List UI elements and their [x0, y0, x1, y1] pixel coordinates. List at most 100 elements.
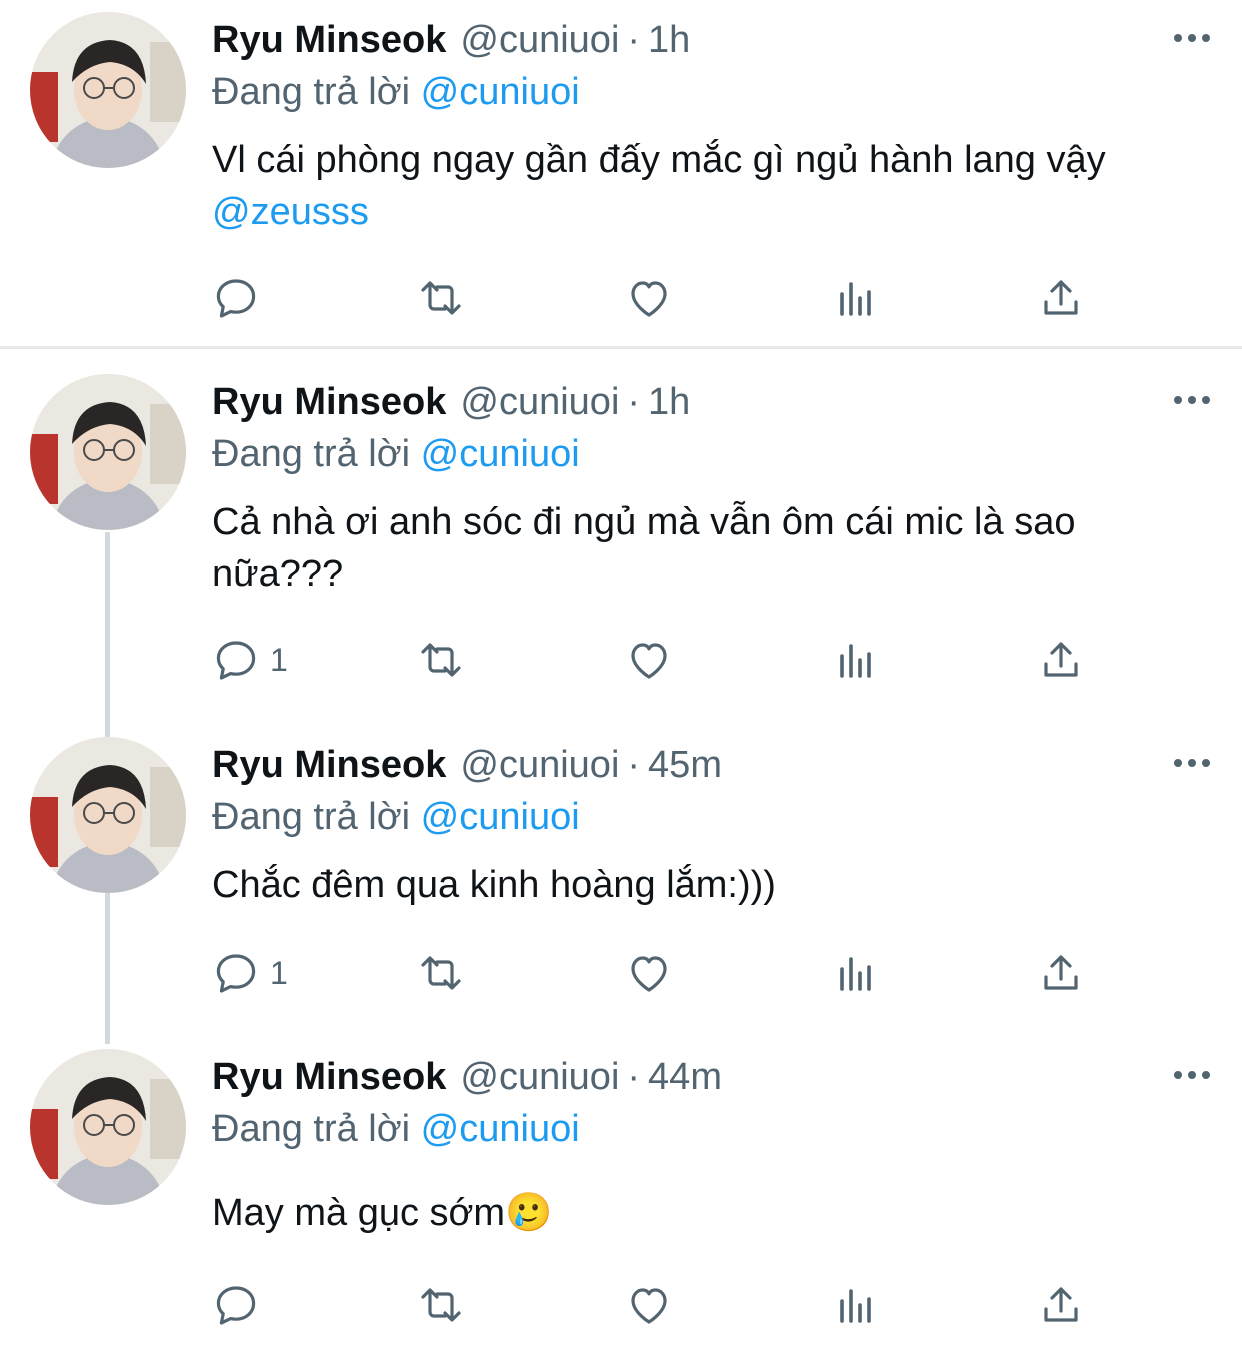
- tweet-text-content: Vl cái phòng ngay gần đấy mắc gì ngủ hàn…: [212, 139, 1106, 181]
- reply-button[interactable]: [212, 272, 270, 324]
- replying-prefix: Đang trả lời: [212, 796, 411, 838]
- more-icon[interactable]: [1172, 1065, 1212, 1085]
- like-button[interactable]: [625, 1279, 673, 1331]
- retweet-icon: [421, 1288, 461, 1322]
- user-handle[interactable]: @cuniuoi: [460, 381, 619, 423]
- reply-icon: [216, 279, 256, 318]
- more-icon[interactable]: [1172, 390, 1212, 410]
- reply-icon: [216, 1286, 256, 1325]
- tweet-divider: [0, 346, 1242, 349]
- reply-count: 1: [270, 641, 288, 678]
- avatar[interactable]: [30, 374, 186, 530]
- reply-button[interactable]: 1: [212, 947, 288, 999]
- retweet-icon: [421, 956, 461, 990]
- like-button[interactable]: [625, 272, 673, 324]
- mention-link[interactable]: @zeusss: [212, 191, 369, 233]
- tweet-actions: 1: [212, 634, 1092, 686]
- like-button[interactable]: [625, 634, 673, 686]
- timestamp[interactable]: 1h: [648, 381, 690, 423]
- analytics-button[interactable]: [832, 947, 880, 999]
- more-icon[interactable]: [1172, 28, 1212, 48]
- like-button[interactable]: [625, 947, 673, 999]
- tweet[interactable]: Ryu Minseok @cuniuoi · 45m Đang trả lời @cu…: [0, 725, 1242, 1035]
- tweet-header: Ryu Minseok @cuniuoi · 45m: [212, 743, 722, 787]
- share-icon: [1044, 642, 1078, 677]
- analytics-button[interactable]: [832, 634, 880, 686]
- tweet-actions: [212, 1279, 1092, 1331]
- replying-prefix: Đang trả lời: [212, 1108, 411, 1150]
- avatar-image: [30, 737, 186, 893]
- separator-dot: ·: [627, 381, 641, 423]
- reply-button[interactable]: [212, 1279, 270, 1331]
- separator-dot: ·: [627, 19, 641, 61]
- reply-icon: [216, 954, 256, 993]
- share-icon: [1044, 955, 1078, 990]
- tweet-text-content: Cả nhà ơi anh sóc đi ngủ mà vẫn ôm cái m…: [212, 501, 1076, 595]
- display-name[interactable]: Ryu Minseok: [212, 744, 446, 786]
- display-name[interactable]: Ryu Minseok: [212, 1056, 446, 1098]
- share-button[interactable]: [1037, 1279, 1085, 1331]
- share-icon: [1044, 1287, 1078, 1322]
- user-handle[interactable]: @cuniuoi: [460, 19, 619, 61]
- retweet-button[interactable]: [417, 634, 465, 686]
- separator-dot: ·: [627, 1056, 641, 1098]
- retweet-button[interactable]: [417, 1279, 465, 1331]
- analytics-icon: [840, 282, 871, 316]
- avatar-image: [30, 12, 186, 168]
- replying-to: Đang trả lời @cuniuoi: [212, 1107, 580, 1151]
- retweet-button[interactable]: [417, 272, 465, 324]
- analytics-icon: [840, 1289, 871, 1323]
- tweet-text: May mà gục sớm🥲: [212, 1187, 1202, 1239]
- reply-button[interactable]: 1: [212, 634, 288, 686]
- tweet-header: Ryu Minseok @cuniuoi · 44m: [212, 1055, 722, 1099]
- display-name[interactable]: Ryu Minseok: [212, 19, 446, 61]
- replying-mention-link[interactable]: @cuniuoi: [421, 796, 580, 838]
- user-handle[interactable]: @cuniuoi: [460, 1056, 619, 1098]
- share-button[interactable]: [1037, 272, 1085, 324]
- avatar-image: [30, 374, 186, 530]
- share-button[interactable]: [1037, 947, 1085, 999]
- replying-to: Đang trả lời @cuniuoi: [212, 432, 580, 476]
- tweet-text: Chắc đêm qua kinh hoàng lắm:))): [212, 859, 1202, 911]
- share-button[interactable]: [1037, 634, 1085, 686]
- avatar[interactable]: [30, 12, 186, 168]
- like-icon: [631, 956, 667, 992]
- tweet[interactable]: Ryu Minseok @cuniuoi · 1h Đang trả lời @cun…: [0, 362, 1242, 724]
- reply-icon: [216, 641, 256, 680]
- timestamp[interactable]: 45m: [648, 744, 722, 786]
- user-handle[interactable]: @cuniuoi: [460, 744, 619, 786]
- replying-mention-link[interactable]: @cuniuoi: [421, 1108, 580, 1150]
- replying-mention-link[interactable]: @cuniuoi: [421, 433, 580, 475]
- reply-count: 1: [270, 954, 288, 991]
- separator-dot: ·: [627, 744, 641, 786]
- tweet-header: Ryu Minseok @cuniuoi · 1h: [212, 18, 690, 62]
- analytics-button[interactable]: [832, 1279, 880, 1331]
- tweet[interactable]: Ryu Minseok @cuniuoi · 44m Đang trả lời @cu…: [0, 1037, 1242, 1353]
- replying-to: Đang trả lời @cuniuoi: [212, 70, 580, 114]
- analytics-button[interactable]: [832, 272, 880, 324]
- share-icon: [1044, 280, 1078, 315]
- avatar-image: [30, 1049, 186, 1205]
- display-name[interactable]: Ryu Minseok: [212, 381, 446, 423]
- more-icon[interactable]: [1172, 753, 1212, 773]
- tweet-header: Ryu Minseok @cuniuoi · 1h: [212, 380, 690, 424]
- like-icon: [631, 281, 667, 317]
- like-icon: [631, 1288, 667, 1324]
- retweet-button[interactable]: [417, 947, 465, 999]
- avatar[interactable]: [30, 1049, 186, 1205]
- retweet-icon: [421, 643, 461, 677]
- avatar[interactable]: [30, 737, 186, 893]
- analytics-icon: [840, 957, 871, 991]
- crying-smile-emoji: 🥲: [505, 1192, 553, 1234]
- timestamp[interactable]: 44m: [648, 1056, 722, 1098]
- tweet-text: Cả nhà ơi anh sóc đi ngủ mà vẫn ôm cái m…: [212, 496, 1202, 600]
- timestamp[interactable]: 1h: [648, 19, 690, 61]
- replying-prefix: Đang trả lời: [212, 433, 411, 475]
- tweet[interactable]: Ryu Minseok @cuniuoi · 1h Đang trả lời @cun…: [0, 0, 1242, 346]
- tweet-actions: 1: [212, 947, 1092, 999]
- replying-mention-link[interactable]: @cuniuoi: [421, 71, 580, 113]
- tweet-text: Vl cái phòng ngay gần đấy mắc gì ngủ hàn…: [212, 134, 1202, 238]
- tweet-text-content: May mà gục sớm: [212, 1192, 506, 1234]
- tweet-text-content: Chắc đêm qua kinh hoàng lắm:))): [212, 864, 776, 906]
- like-icon: [631, 643, 667, 679]
